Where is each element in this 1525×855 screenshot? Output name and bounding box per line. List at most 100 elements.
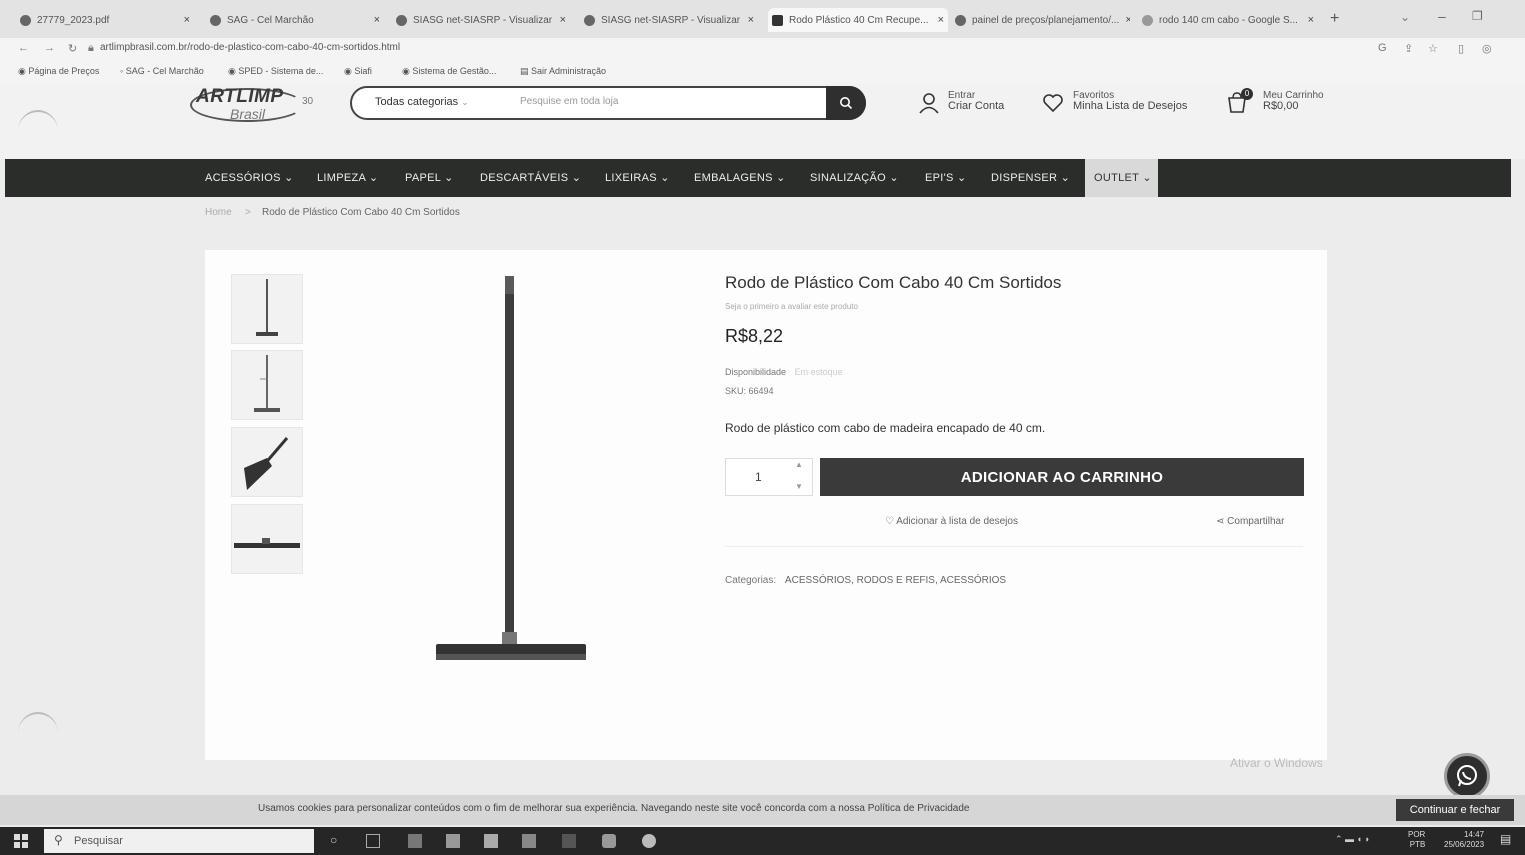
cookie-text: Usamos cookies para personalizar conteúd… — [258, 803, 970, 814]
search-icon: ⚲ — [54, 833, 63, 847]
product-thumbnail[interactable] — [231, 274, 303, 344]
nav-item-sinalizacao[interactable]: SINALIZAÇÃO ⌄ — [810, 171, 899, 184]
add-to-cart-button[interactable]: ADICIONAR AO CARRINHO — [820, 458, 1304, 496]
product-main-image[interactable] — [430, 270, 595, 670]
url-field[interactable]: artlimpbrasil.com.br/rodo-de-plastico-co… — [100, 42, 400, 53]
profile-icon[interactable]: ◎ — [1482, 42, 1492, 55]
browser-tab[interactable]: SIASG net-SIASRP - Visualizar × — [584, 8, 754, 32]
file-explorer-icon[interactable] — [522, 834, 536, 848]
availability: Disponibilidade Em estoque — [725, 367, 843, 377]
system-tray-icons[interactable]: ⌃ ▬ ◖ ◗ — [1335, 834, 1370, 845]
product-categories: Categorias: ACESSÓRIOS, RODOS E REFIS, A… — [725, 575, 1007, 586]
bookmark-item[interactable]: ◉ Siafi — [344, 66, 372, 77]
breadcrumb-separator: > — [245, 207, 251, 218]
restore-icon[interactable]: ❐ — [1472, 9, 1483, 23]
breadcrumb-home[interactable]: Home — [205, 207, 232, 218]
chrome-icon[interactable] — [642, 834, 656, 848]
cart-link[interactable]: Meu Carrinho R$0,00 — [1263, 90, 1324, 112]
nav-item-lixeiras[interactable]: LIXEIRAS ⌄ — [605, 171, 670, 184]
whatsapp-button[interactable] — [1444, 753, 1490, 799]
qty-decrease-icon[interactable]: ▼ — [795, 482, 803, 491]
nav-item-papel[interactable]: PAPEL ⌄ — [405, 171, 454, 184]
category-select[interactable]: Todas categorias ⌄ — [375, 96, 469, 108]
squeegee-image — [244, 437, 289, 490]
heart-icon[interactable] — [1042, 92, 1064, 114]
search-input[interactable]: Pesquise em toda loja — [520, 96, 618, 107]
squeegee-image — [234, 538, 300, 548]
browser-tab[interactable]: SAG - Cel Marchão × — [210, 8, 380, 32]
browser-tab[interactable]: SIASG net-SIASRP - Visualizar × — [396, 8, 566, 32]
mail-icon[interactable] — [408, 834, 422, 848]
review-link[interactable]: Seja o primeiro a avaliar este produto — [725, 302, 858, 311]
account-link[interactable]: Entrar Criar Conta — [948, 90, 1004, 112]
category-links[interactable]: ACESSÓRIOS, RODOS E REFIS, ACESSÓRIOS — [785, 575, 1006, 586]
browser-tab-active[interactable]: Rodo Plástico 40 Cm Recupe... × — [768, 8, 948, 32]
product-thumbnail[interactable] — [231, 504, 303, 574]
nav-item-outlet[interactable]: OUTLET ⌄ — [1094, 171, 1152, 184]
stock-status: Em estoque — [794, 367, 843, 377]
product-thumbnail[interactable] — [231, 350, 303, 420]
nav-item-limpeza[interactable]: LIMPEZA ⌄ — [317, 171, 378, 184]
wishlist-link[interactable]: Favoritos Minha Lista de Desejos — [1073, 90, 1187, 112]
add-to-wishlist-link[interactable]: ♡ Adicionar à lista de desejos — [885, 516, 1018, 527]
browser-tab[interactable]: rodo 140 cm cabo - Google S... × — [1142, 8, 1314, 32]
calculator-icon[interactable] — [446, 834, 460, 848]
forward-icon[interactable]: → — [44, 42, 55, 54]
star-icon[interactable]: ☆ — [1428, 42, 1438, 55]
site-logo[interactable]: ARTLIMP Brasil 30 — [190, 86, 320, 130]
cookie-accept-button[interactable]: Continuar e fechar — [1396, 799, 1514, 821]
close-icon[interactable]: × — [938, 14, 944, 26]
globe-icon — [396, 14, 407, 26]
user-icon[interactable] — [918, 92, 940, 114]
reload-icon[interactable]: ↻ — [68, 42, 77, 55]
globe-icon — [210, 14, 221, 26]
new-tab-icon[interactable]: + — [1330, 10, 1339, 28]
share-link[interactable]: ⋖ Compartilhar — [1216, 516, 1284, 527]
bookmark-item[interactable]: ▤ Sair Administração — [520, 66, 606, 77]
close-icon[interactable]: × — [184, 14, 190, 26]
close-icon[interactable]: × — [1308, 14, 1314, 26]
clock[interactable]: 14:47 25/06/2023 — [1444, 830, 1484, 850]
nav-item-dispenser[interactable]: DISPENSER ⌄ — [991, 171, 1070, 184]
product-thumbnail[interactable] — [231, 427, 303, 497]
chevron-down-icon[interactable]: ⌄ — [1400, 10, 1410, 24]
site-icon — [772, 14, 783, 26]
qty-increase-icon[interactable]: ▲ — [795, 460, 803, 469]
close-icon[interactable]: × — [1125, 14, 1130, 26]
bookmark-item[interactable]: ◉ Página de Preços — [18, 66, 99, 77]
browser-tab[interactable]: 27779_2023.pdf × — [20, 8, 190, 32]
app-icon[interactable] — [602, 834, 616, 848]
close-icon[interactable]: × — [374, 14, 380, 26]
nav-item-descartaveis[interactable]: DESCARTÁVEIS ⌄ — [480, 171, 581, 184]
sidebar-icon[interactable]: ▯ — [1458, 42, 1464, 55]
google-lens-icon[interactable]: G — [1378, 42, 1387, 54]
cart-count-badge: 0 — [1241, 88, 1253, 100]
task-view-icon[interactable] — [366, 834, 380, 848]
chevron-down-icon: ⌄ — [461, 97, 469, 107]
close-icon[interactable]: × — [748, 14, 754, 26]
nav-item-embalagens[interactable]: EMBALAGENS ⌄ — [694, 171, 786, 184]
lock-icon: 🔒︎ — [88, 42, 94, 54]
windows-activation-watermark: Ativar o Windows — [1230, 756, 1323, 770]
bookmark-item[interactable]: ◉ SPED - Sistema de... — [228, 66, 323, 77]
nav-item-acessorios[interactable]: ACESSÓRIOS ⌄ — [205, 171, 294, 184]
share-icon[interactable]: ⇪ — [1404, 42, 1413, 55]
bookmark-item[interactable]: ◦ SAG - Cel Marchão — [120, 66, 204, 76]
store-icon[interactable] — [484, 834, 498, 848]
cortana-icon[interactable]: ○ — [330, 833, 337, 847]
bookmark-item[interactable]: ◉ Sistema de Gestão... — [402, 66, 496, 77]
taskbar-search-input[interactable]: Pesquisar — [74, 835, 123, 847]
back-icon[interactable]: ← — [18, 42, 29, 54]
search-button[interactable] — [826, 86, 866, 120]
browser-tab[interactable]: painel de preços/planejamento/... × — [955, 8, 1130, 32]
heart-icon: ♡ — [885, 516, 894, 527]
minimize-icon[interactable]: – — [1438, 8, 1446, 24]
close-icon[interactable]: × — [560, 14, 566, 26]
app-icon[interactable] — [562, 834, 576, 848]
share-icon: ⋖ — [1216, 516, 1225, 527]
language-indicator[interactable]: POR PTB — [1408, 830, 1425, 850]
nav-item-epis[interactable]: EPI'S ⌄ — [925, 171, 967, 184]
notification-icon[interactable]: ▤ — [1500, 832, 1511, 846]
quantity-input[interactable]: 1 — [755, 470, 762, 484]
windows-start-icon[interactable] — [14, 834, 28, 848]
